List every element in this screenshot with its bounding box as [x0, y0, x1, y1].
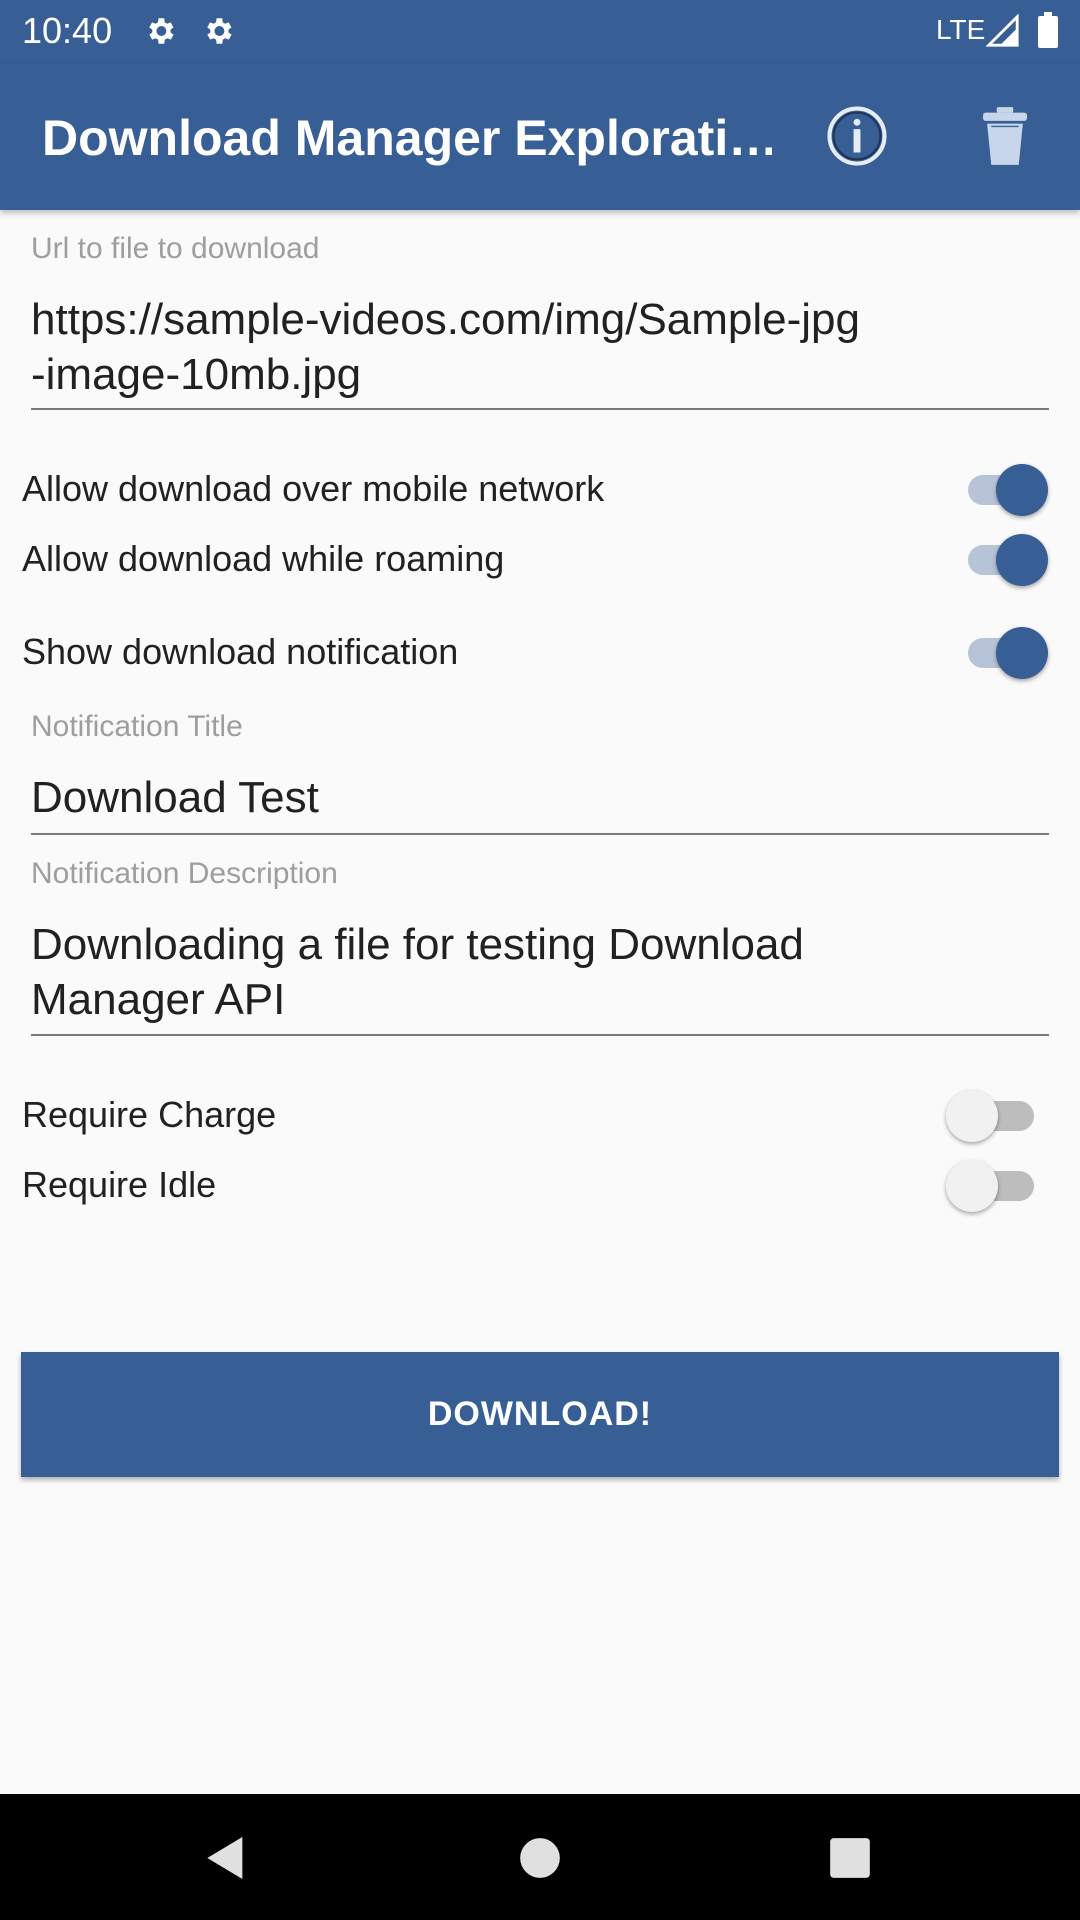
app-title: Download Manager Explorati… — [42, 110, 772, 166]
notification-title-underline — [31, 833, 1049, 835]
url-value-line1: https://sample-videos.com/img/Sample-jpg — [31, 295, 860, 344]
require-charge-switch[interactable] — [946, 1084, 1050, 1148]
require-idle-label: Require Idle — [22, 1164, 217, 1205]
gear-icon — [149, 18, 174, 44]
switch-thumb — [996, 534, 1048, 586]
require-charge-label: Require Charge — [22, 1094, 277, 1135]
switch-thumb — [996, 464, 1048, 516]
roaming-label: Allow download while roaming — [22, 538, 505, 579]
mobile-network-switch[interactable] — [946, 458, 1050, 522]
battery-icon — [1038, 12, 1058, 48]
url-input[interactable]: https://sample-videos.com/img/Sample-jpg… — [31, 292, 1049, 402]
switch-thumb — [946, 1160, 998, 1212]
require-idle-switch-row[interactable]: Require Idle — [0, 1154, 1080, 1218]
description-value-line2: Manager API — [31, 975, 286, 1024]
status-bar: 10:40 LTE — [0, 0, 1080, 63]
notification-label: Show download notification — [22, 631, 459, 672]
network-type: LTE — [936, 14, 986, 45]
notification-description-input[interactable]: Downloading a file for testing Download … — [31, 917, 1049, 1027]
notification-title-label: Notification Title — [31, 710, 243, 743]
notification-switch[interactable] — [946, 621, 1050, 685]
notification-switch-row[interactable]: Show download notification — [0, 621, 1080, 685]
app-bar: Download Manager Explorati… — [0, 63, 1080, 210]
roaming-switch[interactable] — [946, 528, 1050, 592]
mobile-network-label: Allow download over mobile network — [22, 468, 605, 509]
home-icon[interactable] — [512, 1830, 568, 1886]
screen: 10:40 LTE Download Manager Explorati… Ur… — [0, 0, 1080, 1920]
trash-icon[interactable] — [972, 103, 1038, 169]
info-icon[interactable] — [824, 103, 890, 169]
status-time: 10:40 — [22, 10, 113, 51]
notification-description-label: Notification Description — [31, 857, 338, 890]
roaming-switch-row[interactable]: Allow download while roaming — [0, 528, 1080, 592]
switch-thumb — [996, 627, 1048, 679]
require-charge-switch-row[interactable]: Require Charge — [0, 1084, 1080, 1148]
require-idle-switch[interactable] — [946, 1154, 1050, 1218]
mobile-network-switch-row[interactable]: Allow download over mobile network — [0, 458, 1080, 522]
url-underline — [31, 408, 1049, 410]
navigation-bar — [0, 1794, 1080, 1920]
download-button[interactable]: DOWNLOAD! — [21, 1352, 1059, 1477]
signal-icon — [986, 14, 1019, 47]
url-label: Url to file to download — [31, 232, 320, 265]
description-value-line1: Downloading a file for testing Download — [31, 920, 804, 969]
notification-description-underline — [31, 1034, 1049, 1036]
url-value-line2: -image-10mb.jpg — [31, 350, 362, 399]
recents-icon[interactable] — [822, 1830, 878, 1886]
switch-thumb — [946, 1090, 998, 1142]
notification-title-input[interactable]: Download Test — [31, 770, 1049, 825]
gear-icon — [207, 18, 232, 44]
back-icon[interactable] — [198, 1830, 254, 1886]
